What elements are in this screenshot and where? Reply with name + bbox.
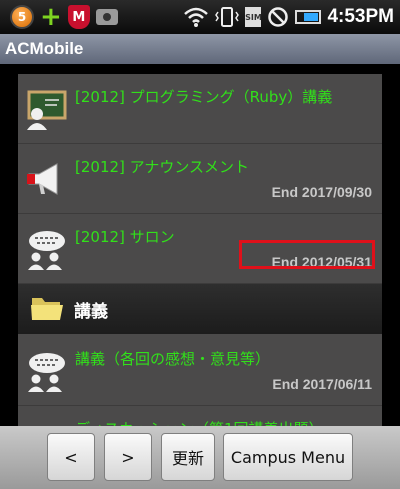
list-item[interactable]: [2012] アナウンスメント End 2017/09/30 [18,144,382,214]
app-title: ACMobile [5,39,84,58]
battery-icon [295,10,322,24]
list-item[interactable]: ディスカッション（第1回講義出題） [18,406,382,426]
app-title-bar: ACMobile [0,34,400,64]
course-list[interactable]: [2012] プログラミング（Ruby）講義 [2012] アナウンスメント E… [0,64,400,426]
list-panel: [2012] プログラミング（Ruby）講義 [2012] アナウンスメント E… [18,74,382,426]
folder-icon [31,298,63,320]
notification-count: 5 [17,10,27,24]
item-end-date: End 2017/06/11 [272,376,372,392]
item-title: [2012] サロン [75,228,175,246]
notification-badge-icon: 5 [10,5,34,29]
sim-label: SIM [245,12,262,22]
mcafee-icon: M [67,5,90,29]
item-title: ディスカッション（第1回講義出題） [75,418,324,426]
item-title: [2012] アナウンスメント [75,158,250,176]
list-item[interactable]: [2012] プログラミング（Ruby）講義 [18,74,382,144]
no-signal-icon [268,7,289,27]
discussion-bubble-icon [28,353,65,392]
sim-card-icon: SIM [245,7,262,27]
item-title: [2012] プログラミング（Ruby）講義 [75,88,333,106]
section-label: 講義 [74,302,108,322]
clock: 4:53PM [327,6,394,27]
camera-icon [95,9,118,25]
bottom-toolbar: < > 更新 Campus Menu [0,426,400,489]
vibrate-icon [215,7,240,27]
megaphone-icon [27,163,58,195]
section-header[interactable]: 講義 [18,284,382,334]
classroom-board-icon [27,90,67,130]
list-item[interactable]: 講義（各回の感想・意見等） End 2017/06/11 [18,336,382,406]
highlight-annotation [239,240,375,269]
item-title: 講義（各回の感想・意見等） [75,350,271,368]
status-bar: 5 + M SIM 4:53PM [0,0,400,34]
discussion-bubble-icon [28,231,65,270]
prev-button[interactable]: < [47,433,95,481]
next-button[interactable]: > [104,433,152,481]
wifi-icon [184,7,209,27]
mcafee-letter: M [72,9,86,25]
campus-menu-button[interactable]: Campus Menu [223,433,353,481]
plus-icon: + [40,2,62,32]
item-end-date: End 2017/09/30 [271,184,372,200]
refresh-button[interactable]: 更新 [161,433,215,481]
